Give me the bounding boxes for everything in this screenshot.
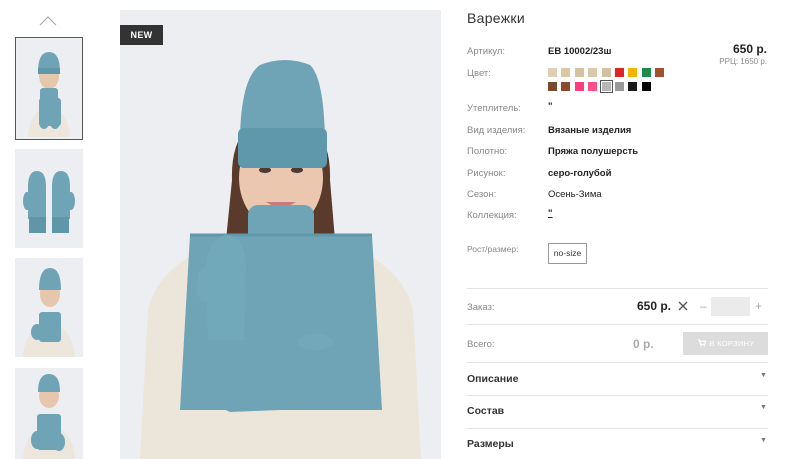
- color-swatch[interactable]: [574, 68, 584, 77]
- cart-icon: [697, 333, 706, 356]
- quantity-increase-button[interactable]: +: [755, 299, 762, 313]
- product-price: 650 р.: [732, 42, 767, 56]
- total-label: Всего:: [467, 339, 495, 350]
- color-swatch[interactable]: [599, 80, 613, 93]
- color-swatch[interactable]: [561, 68, 571, 77]
- color-label: Цвет:: [467, 68, 491, 79]
- chevron-down-icon[interactable]: ▼: [760, 404, 767, 411]
- season-label: Сезон:: [467, 189, 497, 200]
- color-swatch[interactable]: [655, 68, 665, 77]
- color-swatch[interactable]: [548, 82, 557, 91]
- insulation-value: ": [548, 101, 553, 112]
- size-option[interactable]: no-size: [548, 243, 587, 264]
- order-label: Заказ:: [467, 302, 495, 313]
- accordion-sizes[interactable]: Размеры: [467, 438, 514, 450]
- thumbnail-4[interactable]: [15, 368, 83, 459]
- season-value: Осень-Зима: [548, 189, 602, 200]
- type-value: Вязаные изделия: [548, 125, 632, 136]
- article-label: Артикул:: [467, 46, 506, 57]
- fabric-label: Полотно:: [467, 146, 508, 157]
- chevron-down-icon[interactable]: ▼: [760, 372, 767, 379]
- pattern-value: серо-голубой: [548, 168, 612, 179]
- size-label: Рост/размер:: [467, 244, 519, 254]
- add-to-cart-label: В КОРЗИНУ: [709, 339, 755, 348]
- accordion-description[interactable]: Описание: [467, 373, 518, 385]
- quantity-decrease-button[interactable]: –: [700, 299, 707, 313]
- pattern-label: Рисунок:: [467, 168, 506, 179]
- color-swatch[interactable]: [561, 82, 571, 91]
- color-swatch[interactable]: [615, 68, 624, 77]
- color-swatch[interactable]: [548, 68, 557, 77]
- divider: [467, 428, 768, 429]
- product-rrc-price: РРЦ: 1650 р.: [719, 57, 767, 66]
- new-badge: NEW: [120, 25, 163, 45]
- thumbnails-up-arrow-icon[interactable]: [38, 14, 58, 26]
- type-label: Вид изделия:: [467, 125, 526, 136]
- fabric-value: Пряжа полушерсть: [548, 146, 639, 157]
- color-swatch[interactable]: [601, 68, 611, 77]
- divider: [467, 324, 768, 325]
- divider: [467, 362, 768, 363]
- times-icon: [678, 301, 688, 311]
- divider: [467, 288, 768, 289]
- collection-value[interactable]: ": [548, 208, 553, 219]
- quantity-input[interactable]: [711, 297, 750, 316]
- order-price: 650 р.: [637, 299, 672, 313]
- product-title: Варежки: [467, 10, 525, 26]
- thumbnail-3[interactable]: [15, 258, 83, 357]
- color-swatch[interactable]: [615, 82, 624, 91]
- add-to-cart-button[interactable]: В КОРЗИНУ: [683, 332, 768, 355]
- chevron-down-icon[interactable]: ▼: [760, 437, 767, 444]
- thumbnail-1[interactable]: [15, 37, 83, 140]
- color-swatch[interactable]: [628, 82, 638, 91]
- article-value: ЕВ 10002/23ш: [548, 46, 612, 57]
- accordion-composition[interactable]: Состав: [467, 405, 504, 417]
- main-product-image[interactable]: [120, 10, 441, 459]
- collection-label: Коллекция:: [467, 210, 517, 221]
- total-value: 0 р.: [633, 337, 654, 351]
- color-swatch[interactable]: [574, 82, 584, 91]
- color-swatch[interactable]: [628, 68, 638, 77]
- color-swatch[interactable]: [588, 68, 598, 77]
- divider: [467, 395, 768, 396]
- thumbnail-2[interactable]: [15, 149, 83, 248]
- color-swatch[interactable]: [641, 68, 651, 77]
- color-swatch[interactable]: [588, 82, 598, 91]
- insulation-label: Утеплитель:: [467, 103, 521, 114]
- color-swatch[interactable]: [641, 82, 651, 91]
